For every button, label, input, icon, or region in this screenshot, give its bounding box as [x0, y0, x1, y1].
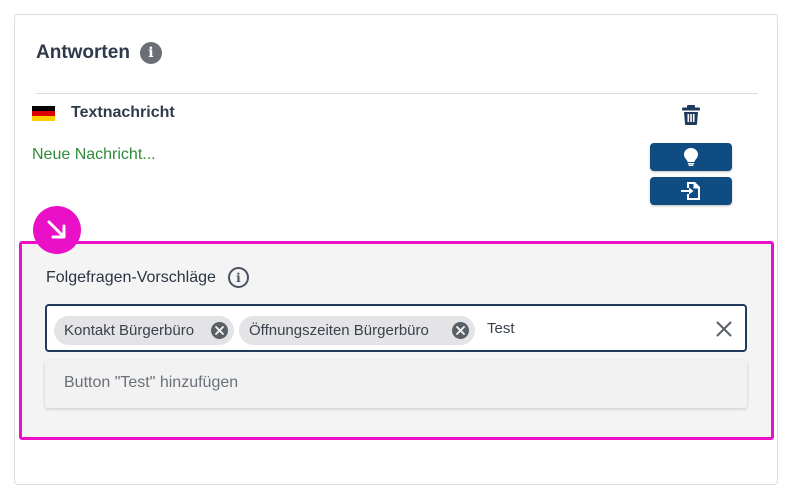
answers-title-text: Antworten — [36, 42, 130, 63]
tag-input-text[interactable]: Test — [487, 320, 515, 337]
chip: Öffnungszeiten Bürgerbüro — [239, 316, 475, 345]
file-import-icon — [681, 182, 700, 200]
trash-icon[interactable] — [682, 105, 700, 125]
info-outline-icon[interactable]: i — [227, 267, 249, 288]
message-text[interactable]: Neue Nachricht... — [32, 146, 156, 164]
answers-title: Antworten i — [36, 42, 162, 64]
file-import-button[interactable] — [650, 177, 732, 205]
followups-title-text: Folgefragen-Vorschläge — [46, 268, 216, 286]
suggestion-text: Button "Test" hinzufügen — [64, 374, 239, 391]
suggestion-option[interactable]: Button "Test" hinzufügen — [45, 360, 747, 408]
divider — [36, 93, 758, 94]
chip-label: Öffnungszeiten Bürgerbüro — [249, 322, 429, 339]
followups-tag-input[interactable]: Kontakt Bürgerbüro Öffnungszeiten Bürger… — [45, 304, 747, 352]
arrow-down-right-icon — [33, 206, 81, 254]
followups-title: Folgefragen-Vorschläge i — [46, 267, 249, 288]
lightbulb-button[interactable] — [650, 143, 732, 171]
close-icon[interactable] — [211, 322, 228, 339]
info-icon[interactable]: i — [139, 42, 162, 64]
lightbulb-icon — [684, 148, 698, 166]
germany-flag-icon — [32, 106, 55, 121]
clear-icon[interactable] — [716, 321, 732, 337]
message-type-label: Textnachricht — [71, 104, 175, 121]
chip-label: Kontakt Bürgerbüro — [64, 322, 195, 339]
close-icon[interactable] — [452, 322, 469, 339]
chip: Kontakt Bürgerbüro — [54, 316, 234, 345]
